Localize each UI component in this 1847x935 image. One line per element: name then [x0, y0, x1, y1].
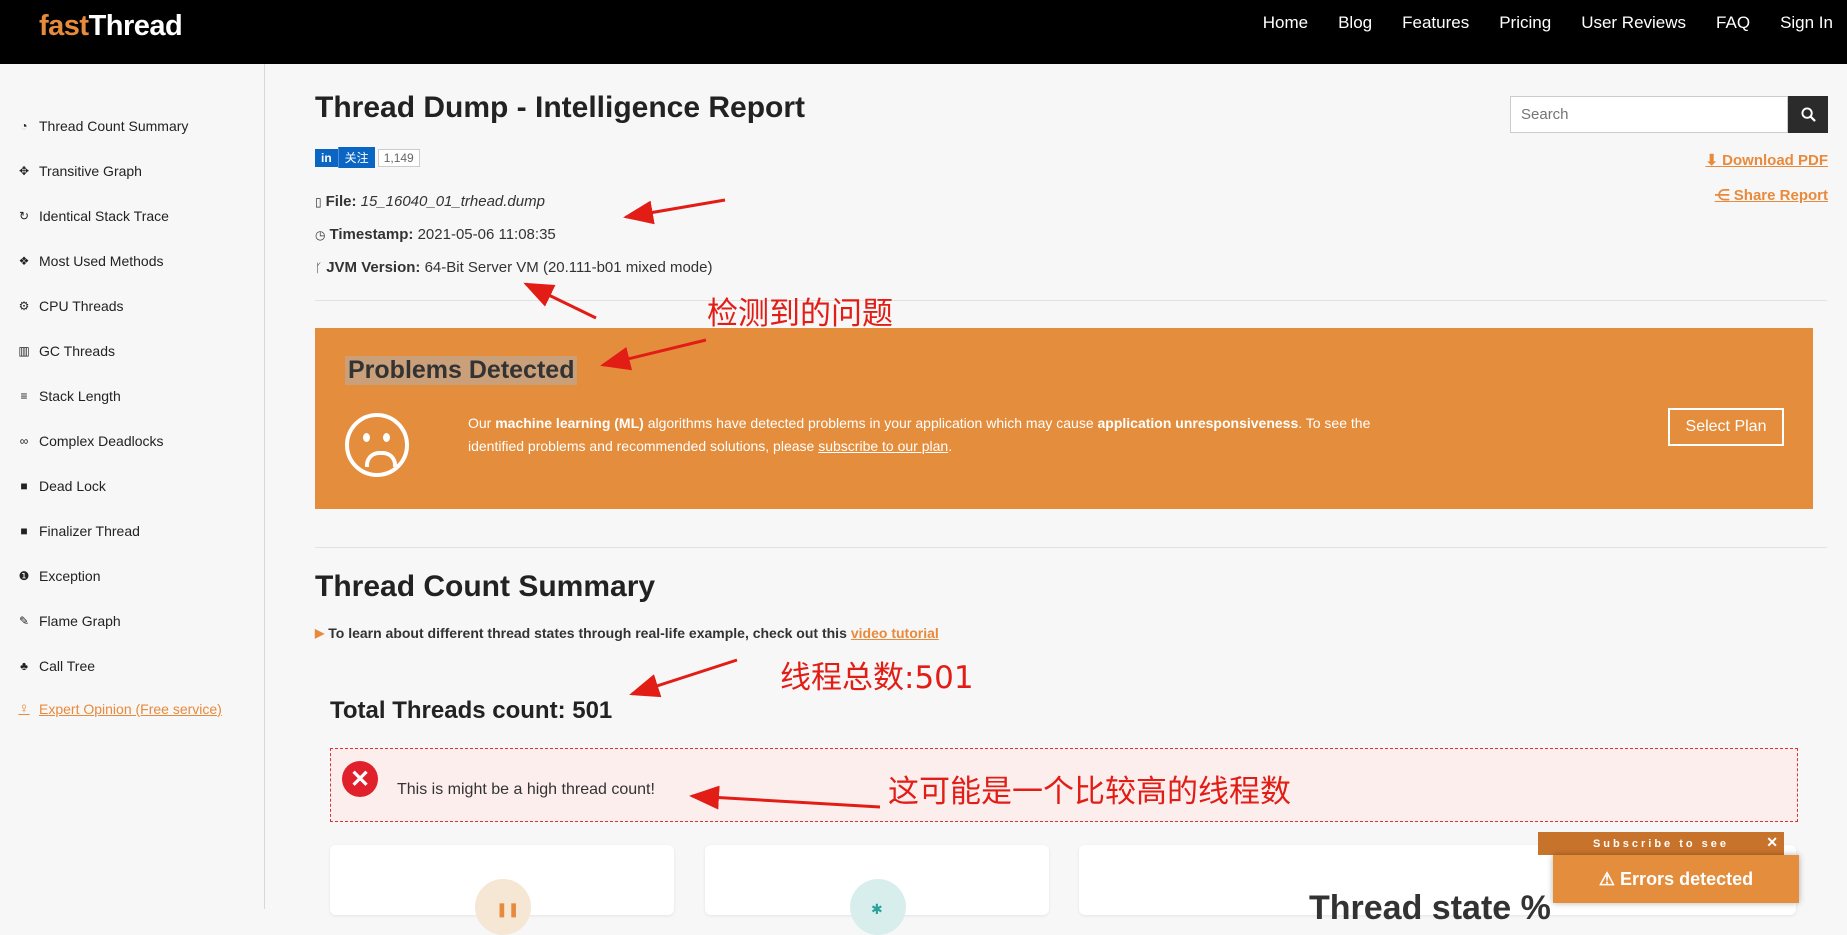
- download-pdf-link[interactable]: ⬇ Download PDF: [1705, 151, 1828, 169]
- video-icon: ▶: [315, 626, 325, 640]
- top-navbar: fastThread Home Blog Features Pricing Us…: [0, 0, 1847, 64]
- arrow-total: [629, 658, 738, 698]
- clock-icon: ◷: [315, 227, 326, 242]
- sidebar-item-call-tree[interactable]: ♣ Call Tree: [15, 658, 95, 674]
- main-nav: Home Blog Features Pricing User Reviews …: [1233, 13, 1833, 33]
- exclamation-icon: ❶: [18, 569, 30, 583]
- sidebar-item-most-used-methods[interactable]: ❖ Most Used Methods: [15, 253, 164, 269]
- lock-icon: ■: [20, 479, 28, 493]
- section-title-thread-count-summary: Thread Count Summary: [315, 570, 656, 603]
- page-title: Thread Dump - Intelligence Report: [315, 91, 806, 124]
- sidebar-item-finalizer-thread[interactable]: ■ Finalizer Thread: [15, 523, 140, 539]
- dashboard-icon: ◔: [20, 119, 28, 133]
- file-info: ▯ File: 15_16040_01_trhead.dump: [315, 193, 545, 210]
- timestamp-info: ◷ Timestamp: 2021-05-06 11:08:35: [315, 226, 556, 243]
- annotation-problems: 检测到的问题: [707, 296, 893, 332]
- share-report-link[interactable]: ⋲ Share Report: [1715, 186, 1828, 204]
- nav-pricing[interactable]: Pricing: [1499, 13, 1551, 33]
- gear-icon: ✱: [871, 901, 883, 917]
- pause-icon: ❚❚: [496, 901, 520, 917]
- video-tutorial-note: ▶ To learn about different thread states …: [315, 625, 939, 641]
- jvm-version-value: 64-Bit Server VM (20.111-b01 mixed mode): [424, 259, 713, 276]
- sad-face-icon: [345, 413, 409, 477]
- search-input[interactable]: [1510, 96, 1788, 133]
- sidebar-item-stack-length[interactable]: ≡ Stack Length: [15, 388, 120, 404]
- file-icon: ▯: [315, 194, 322, 209]
- sidebar-item-identical-stack-trace[interactable]: ↻ Identical Stack Trace: [15, 208, 169, 224]
- branch-icon: ᚴ: [315, 260, 323, 275]
- summary-card: ❚❚: [330, 845, 674, 935]
- search-button[interactable]: [1788, 96, 1828, 133]
- logo[interactable]: fastThread: [39, 10, 183, 43]
- arrow-jvm: [523, 282, 597, 320]
- problems-description: Our machine learning (ML) algorithms hav…: [468, 415, 1371, 454]
- sidebar-item-expert-opinion[interactable]: ♀ Expert Opinion (Free service): [15, 700, 221, 717]
- lightbulb-icon: ♀: [18, 700, 30, 717]
- linkedin-follow-count: 1,149: [377, 148, 420, 167]
- problems-panel: Problems Detected Our machine learning (…: [315, 328, 1813, 509]
- nav-user-reviews[interactable]: User Reviews: [1581, 13, 1686, 33]
- subscribe-banner: Subscribe to see ✕: [1538, 832, 1784, 855]
- sidebar-item-gc-threads[interactable]: ▥ GC Threads: [15, 343, 115, 359]
- sidebar-item-thread-count-summary[interactable]: ◔ Thread Count Summary: [15, 118, 188, 134]
- download-icon: ⬇: [1705, 152, 1718, 169]
- sidebar-item-dead-lock[interactable]: ■ Dead Lock: [15, 478, 106, 494]
- link-icon: ∞: [19, 434, 29, 448]
- linkedin-follow-label: 关注: [337, 147, 375, 168]
- select-plan-button[interactable]: Select Plan: [1668, 408, 1784, 446]
- total-threads-count: Total Threads count: 501: [330, 697, 613, 724]
- nav-blog[interactable]: Blog: [1338, 13, 1372, 33]
- timestamp-value: 2021-05-06 11:08:35: [417, 226, 556, 243]
- linkedin-follow-badge[interactable]: in 关注 1,149: [315, 147, 420, 168]
- video-tutorial-link[interactable]: video tutorial: [851, 625, 939, 641]
- stop-icon: ■: [20, 524, 28, 538]
- problems-heading: Problems Detected: [345, 356, 578, 385]
- annotation-high-count: 这可能是一个比较高的线程数: [888, 774, 1291, 810]
- warning-icon: ⚠: [1598, 868, 1616, 889]
- move-icon: ✥: [18, 164, 30, 178]
- tree-icon: ♣: [20, 659, 28, 673]
- sidebar-item-transitive-graph[interactable]: ✥ Transitive Graph: [15, 163, 142, 179]
- refresh-icon: ↻: [18, 209, 30, 223]
- alert-text: This is might be a high thread count!: [397, 781, 655, 798]
- nav-sign-in[interactable]: Sign In: [1780, 13, 1833, 33]
- close-icon[interactable]: ✕: [1766, 834, 1778, 851]
- cogs-icon: ⚙: [18, 299, 30, 313]
- sidebar-item-complex-deadlocks[interactable]: ∞ Complex Deadlocks: [15, 433, 164, 449]
- sidebar-item-exception[interactable]: ❶ Exception: [15, 568, 101, 584]
- search-box: [1510, 96, 1828, 133]
- summary-card: ✱: [705, 845, 1049, 935]
- divider: [315, 547, 1827, 548]
- sidebar-item-flame-graph[interactable]: ✎ Flame Graph: [15, 613, 121, 629]
- linkedin-icon: in: [315, 148, 338, 167]
- errors-detected-button[interactable]: ⚠ Errors detected: [1553, 855, 1799, 903]
- file-name: 15_16040_01_trhead.dump: [360, 193, 545, 210]
- trash-icon: ▥: [18, 344, 30, 358]
- sidebar-item-cpu-threads[interactable]: ⚙ CPU Threads: [15, 298, 124, 314]
- nav-faq[interactable]: FAQ: [1716, 13, 1750, 33]
- nav-home[interactable]: Home: [1263, 13, 1308, 33]
- nav-features[interactable]: Features: [1402, 13, 1469, 33]
- annotation-total: 线程总数:501: [780, 660, 974, 696]
- stairs-icon: ≡: [20, 389, 28, 403]
- share-icon: ⋲: [1714, 187, 1730, 204]
- jvm-version-info: ᚴ JVM Version: 64-Bit Server VM (20.111-b…: [315, 259, 713, 276]
- arrow-file: [623, 198, 726, 225]
- error-icon: ✕: [342, 761, 378, 797]
- subscribe-link[interactable]: subscribe to our plan: [818, 438, 948, 454]
- search-icon: [1800, 107, 1816, 122]
- cubes-icon: ❖: [18, 254, 30, 268]
- divider: [315, 300, 1827, 301]
- fire-icon: ✎: [18, 614, 30, 628]
